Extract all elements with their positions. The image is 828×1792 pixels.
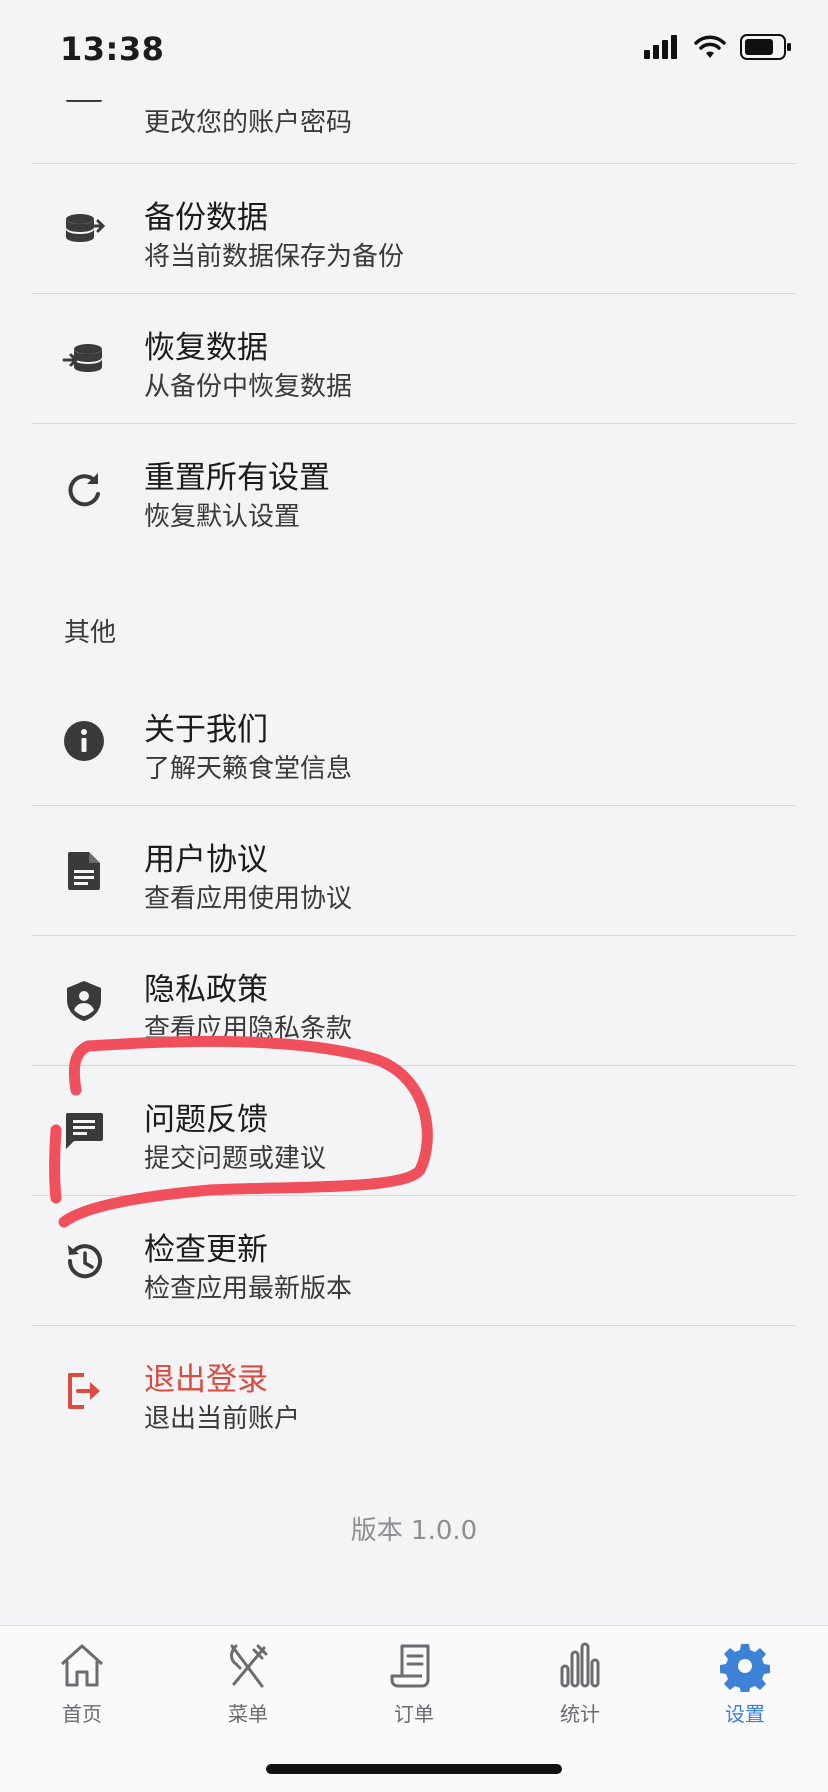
settings-item-reset[interactable]: 重置所有设置 恢复默认设置 bbox=[32, 424, 796, 554]
row-subtitle: 查看应用使用协议 bbox=[144, 884, 353, 914]
row-subtitle: 退出当前账户 bbox=[144, 1404, 301, 1434]
gear-icon bbox=[720, 1644, 770, 1692]
settings-item-check-update[interactable]: 检查更新 检查应用最新版本 bbox=[32, 1196, 796, 1326]
settings-item-about[interactable]: 关于我们 了解天籁食堂信息 bbox=[32, 676, 796, 806]
wifi-icon bbox=[694, 35, 726, 58]
settings-item-privacy[interactable]: 隐私政策 查看应用隐私条款 bbox=[32, 936, 796, 1066]
section-label-other: 其他 bbox=[64, 618, 117, 648]
home-icon bbox=[60, 1644, 104, 1687]
settings-item-backup[interactable]: 备份数据 将当前数据保存为备份 bbox=[32, 164, 796, 294]
row-title: 恢复数据 bbox=[144, 330, 268, 366]
tab-label: 首页 bbox=[62, 1702, 102, 1726]
row-subtitle: 提交问题或建议 bbox=[144, 1144, 327, 1174]
bar-chart-icon bbox=[560, 1642, 600, 1688]
logout-icon bbox=[62, 1369, 106, 1413]
row-subtitle: 更改您的账户密码 bbox=[144, 108, 353, 138]
database-restore-icon bbox=[62, 337, 106, 381]
tab-label: 订单 bbox=[394, 1702, 434, 1726]
version-label: 版本 1.0.0 bbox=[350, 1516, 478, 1546]
settings-item-feedback[interactable]: 问题反馈 提交问题或建议 bbox=[32, 1066, 796, 1196]
settings-item-restore[interactable]: 恢复数据 从备份中恢复数据 bbox=[32, 294, 796, 424]
row-title: 检查更新 bbox=[144, 1232, 268, 1268]
receipt-icon bbox=[390, 1644, 430, 1688]
row-subtitle: 恢复默认设置 bbox=[144, 502, 301, 532]
tab-label: 统计 bbox=[560, 1702, 600, 1726]
shield-user-icon bbox=[62, 979, 106, 1023]
history-icon bbox=[62, 1239, 106, 1283]
info-icon bbox=[62, 719, 106, 763]
row-title: 用户协议 bbox=[144, 842, 268, 878]
tab-menu[interactable]: 菜单 bbox=[193, 1640, 303, 1740]
status-icons bbox=[644, 34, 792, 60]
feedback-icon bbox=[62, 1109, 106, 1153]
row-title: 退出登录 bbox=[144, 1362, 268, 1398]
tab-label: 设置 bbox=[725, 1702, 765, 1726]
row-title: 关于我们 bbox=[144, 712, 268, 748]
row-title: 重置所有设置 bbox=[144, 460, 330, 496]
document-icon bbox=[62, 849, 106, 893]
settings-item-user-agreement[interactable]: 用户协议 查看应用使用协议 bbox=[32, 806, 796, 936]
settings-item-logout[interactable]: 退出登录 退出当前账户 bbox=[32, 1326, 796, 1456]
battery-icon bbox=[740, 34, 791, 60]
row-subtitle: 检查应用最新版本 bbox=[144, 1274, 353, 1304]
tab-orders[interactable]: 订单 bbox=[359, 1640, 469, 1740]
row-subtitle: 将当前数据保存为备份 bbox=[144, 242, 405, 272]
home-indicator[interactable] bbox=[266, 1764, 562, 1774]
row-subtitle: 了解天籁食堂信息 bbox=[144, 754, 353, 784]
database-upload-icon bbox=[62, 207, 106, 251]
row-title: 问题反馈 bbox=[144, 1102, 268, 1138]
row-title: 备份数据 bbox=[144, 200, 268, 236]
row-subtitle: 查看应用隐私条款 bbox=[144, 1014, 353, 1044]
settings-list: 更改您的账户密码 备份数据 将当前数据保存为备份 恢复数据 从备份中恢复数据 重… bbox=[0, 0, 828, 1625]
row-subtitle: 从备份中恢复数据 bbox=[144, 372, 353, 402]
refresh-icon bbox=[62, 467, 106, 511]
tab-home[interactable]: 首页 bbox=[27, 1640, 137, 1740]
utensils-icon bbox=[230, 1644, 268, 1688]
row-title: 隐私政策 bbox=[144, 972, 268, 1008]
tab-stats[interactable]: 统计 bbox=[525, 1640, 635, 1740]
tab-label: 菜单 bbox=[228, 1702, 268, 1726]
status-time: 13:38 bbox=[60, 30, 165, 68]
tab-settings[interactable]: 设置 bbox=[690, 1640, 800, 1740]
cellular-signal-icon bbox=[644, 35, 677, 59]
status-bar: 13:38 bbox=[0, 0, 828, 100]
